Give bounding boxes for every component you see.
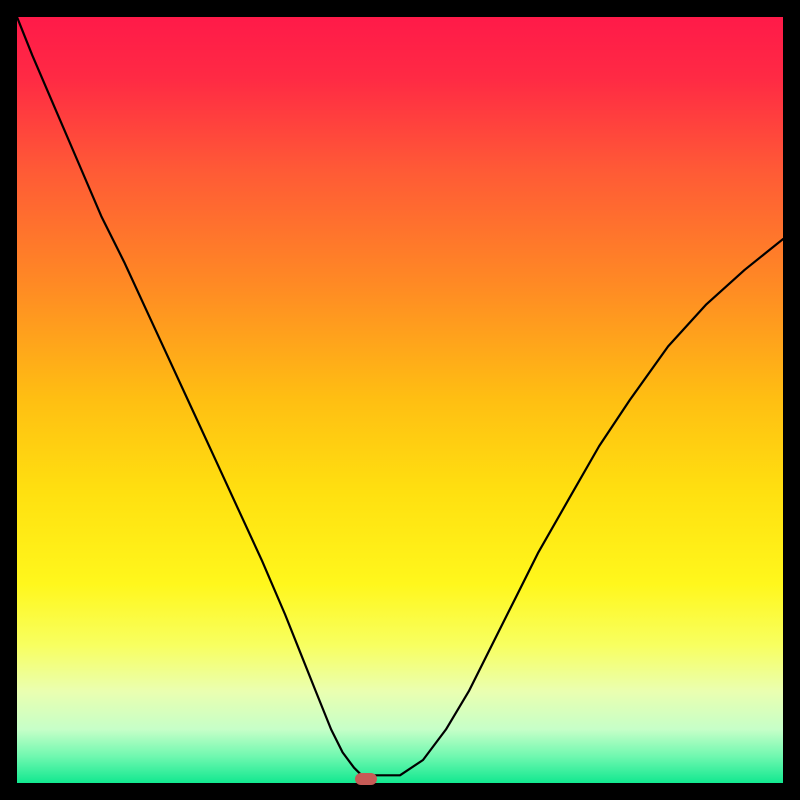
plot-frame: TheBottleneck.com bbox=[17, 17, 783, 783]
optimum-marker bbox=[355, 773, 377, 785]
gradient-background bbox=[17, 17, 783, 783]
plot-svg bbox=[17, 17, 783, 783]
